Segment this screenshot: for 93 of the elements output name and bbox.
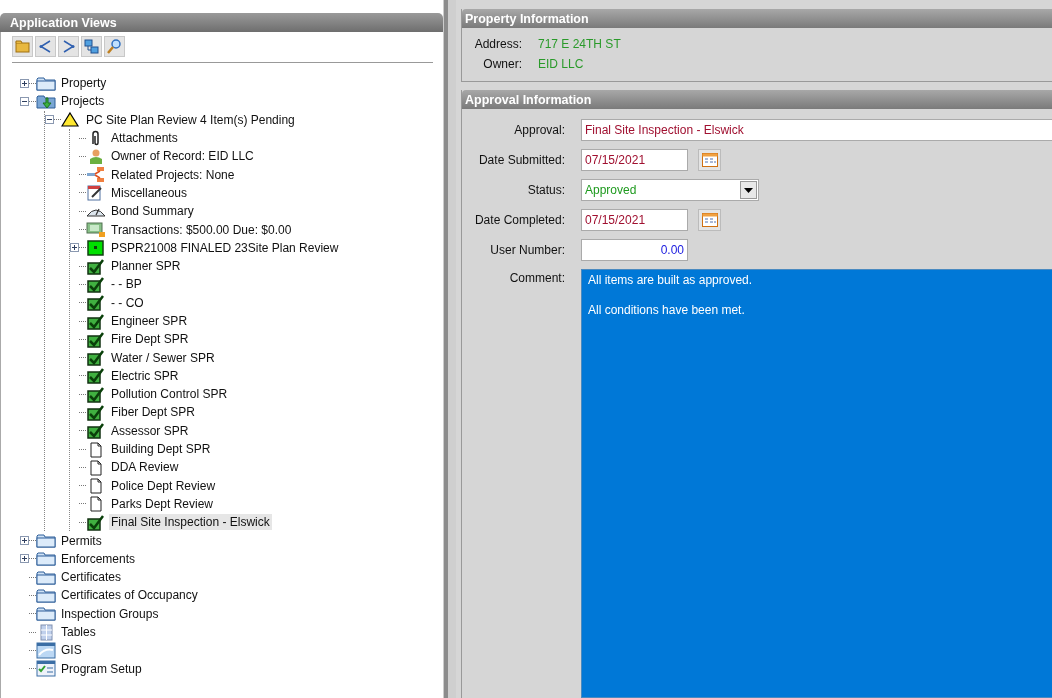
tree-item[interactable]: Projects xyxy=(59,93,107,110)
tree-item[interactable]: PC Site Plan Review 4 Item(s) Pending xyxy=(84,111,297,128)
expander-icon[interactable] xyxy=(45,115,54,125)
status-dropdown[interactable]: Approved xyxy=(581,179,759,201)
tree-item[interactable]: Related Projects: None xyxy=(109,166,237,183)
tree-item[interactable]: Miscellaneous xyxy=(109,184,190,201)
field-value: EID LLC xyxy=(538,57,584,71)
folder-icon xyxy=(36,605,56,623)
collapse-button[interactable] xyxy=(35,36,56,57)
folder-icon xyxy=(36,550,56,568)
tree-item[interactable]: Tables xyxy=(59,624,98,641)
tree-item[interactable]: Police Dept Review xyxy=(109,477,218,494)
field-value: 717 E 24TH ST xyxy=(538,37,621,51)
tree-item[interactable]: Owner of Record: EID LLC xyxy=(109,148,256,165)
expander-icon[interactable] xyxy=(20,78,29,88)
tree-item[interactable]: Enforcements xyxy=(59,550,138,567)
expand-button[interactable] xyxy=(58,36,79,57)
tree-item[interactable]: Permits xyxy=(59,532,104,549)
checkbox-icon xyxy=(86,422,106,440)
tree-item[interactable]: Property xyxy=(59,75,109,92)
tree-item[interactable]: GIS xyxy=(59,642,84,659)
form-icon xyxy=(36,660,56,678)
folder-icon xyxy=(36,74,56,92)
folder-icon xyxy=(36,532,56,550)
tree-item[interactable]: Bond Summary xyxy=(109,203,196,220)
checkbox-icon xyxy=(86,312,106,330)
folder-icon xyxy=(36,568,56,586)
field-label: Address: xyxy=(474,37,522,51)
field-label: Date Submitted: xyxy=(478,153,565,167)
tree-item[interactable]: Parks Dept Review xyxy=(109,495,216,512)
tree-item[interactable]: Pollution Control SPR xyxy=(109,386,230,403)
field-label: User Number: xyxy=(490,243,565,257)
checkbox-icon xyxy=(86,330,106,348)
tree-item[interactable]: Transactions: $500.00 Due: $0.00 xyxy=(109,221,294,238)
checkbox-icon xyxy=(86,404,106,421)
checkbox-icon xyxy=(86,294,106,312)
comment-text: All items are built as approved. xyxy=(588,273,754,287)
section-title: Property Information xyxy=(465,11,589,26)
comment-text: All conditions have been met. xyxy=(588,303,746,317)
date-field[interactable]: 07/15/2021 xyxy=(581,209,688,231)
checkbox-icon xyxy=(86,385,106,403)
checkbox-icon xyxy=(86,257,106,275)
folder-icon xyxy=(36,92,56,110)
checkbox-icon xyxy=(86,275,106,293)
field-label: Approval: xyxy=(514,123,565,137)
number-field[interactable]: 0.00 xyxy=(581,239,688,261)
tree-item[interactable]: Final Site Inspection - Elswick xyxy=(109,514,272,531)
tree-item[interactable]: Attachments xyxy=(109,130,180,147)
tree-item[interactable]: Program Setup xyxy=(59,660,144,677)
network-button[interactable] xyxy=(81,36,102,57)
tree-item[interactable]: - - BP xyxy=(109,276,144,293)
tree-item[interactable]: Electric SPR xyxy=(109,367,181,384)
field-label: Date Completed: xyxy=(474,213,565,227)
tree-item[interactable]: Certificates xyxy=(59,569,124,586)
tree-item[interactable]: Certificates of Occupancy xyxy=(59,587,200,604)
tree-item[interactable]: Assessor SPR xyxy=(109,422,191,439)
map-window-icon xyxy=(36,641,56,659)
tree-item[interactable]: Fiber Dept SPR xyxy=(109,404,198,421)
expander-icon[interactable] xyxy=(70,243,79,253)
calendar-button[interactable] xyxy=(698,209,721,231)
expander-icon[interactable] xyxy=(20,96,29,106)
field-label: Status: xyxy=(527,183,565,197)
tree-item[interactable]: Building Dept SPR xyxy=(109,441,213,458)
tree-item[interactable]: Water / Sewer SPR xyxy=(109,349,217,366)
tree-item[interactable]: Planner SPR xyxy=(109,258,183,275)
field-label: Owner: xyxy=(483,57,522,71)
field-label: Comment: xyxy=(509,270,565,285)
search-icon xyxy=(106,38,123,55)
square-icon xyxy=(86,239,106,257)
warning-icon xyxy=(61,111,81,129)
comment-field[interactable]: All items are built as approved. All conditions have been met. xyxy=(581,269,1052,698)
panel-title: Application Views xyxy=(10,15,117,30)
date-field[interactable]: 07/15/2021 xyxy=(581,149,688,171)
tree-item[interactable]: Inspection Groups xyxy=(59,605,161,622)
tree-item[interactable]: DDA Review xyxy=(109,459,181,476)
approval-field[interactable]: Final Site Inspection - Elswick xyxy=(581,119,1052,141)
folder-icon xyxy=(36,586,56,604)
expander-icon[interactable] xyxy=(20,536,29,546)
expander-icon[interactable] xyxy=(20,554,29,564)
search-button[interactable] xyxy=(104,36,125,57)
tree-item[interactable]: - - CO xyxy=(109,294,146,311)
tree-item[interactable]: PSPR21008 FINALED 23Site Plan Review xyxy=(109,239,341,256)
tree-item[interactable]: Fire Dept SPR xyxy=(109,331,191,348)
diagram-icon xyxy=(86,166,106,184)
checkbox-icon xyxy=(86,349,106,367)
network-icon xyxy=(83,38,100,55)
checkbox-icon xyxy=(86,513,106,531)
checkbox-icon xyxy=(86,367,106,385)
folder-icon xyxy=(14,38,31,55)
section-title: Approval Information xyxy=(465,92,592,107)
calendar-button[interactable] xyxy=(698,149,721,171)
tree-item[interactable]: Engineer SPR xyxy=(109,313,190,329)
money-icon xyxy=(86,221,106,238)
